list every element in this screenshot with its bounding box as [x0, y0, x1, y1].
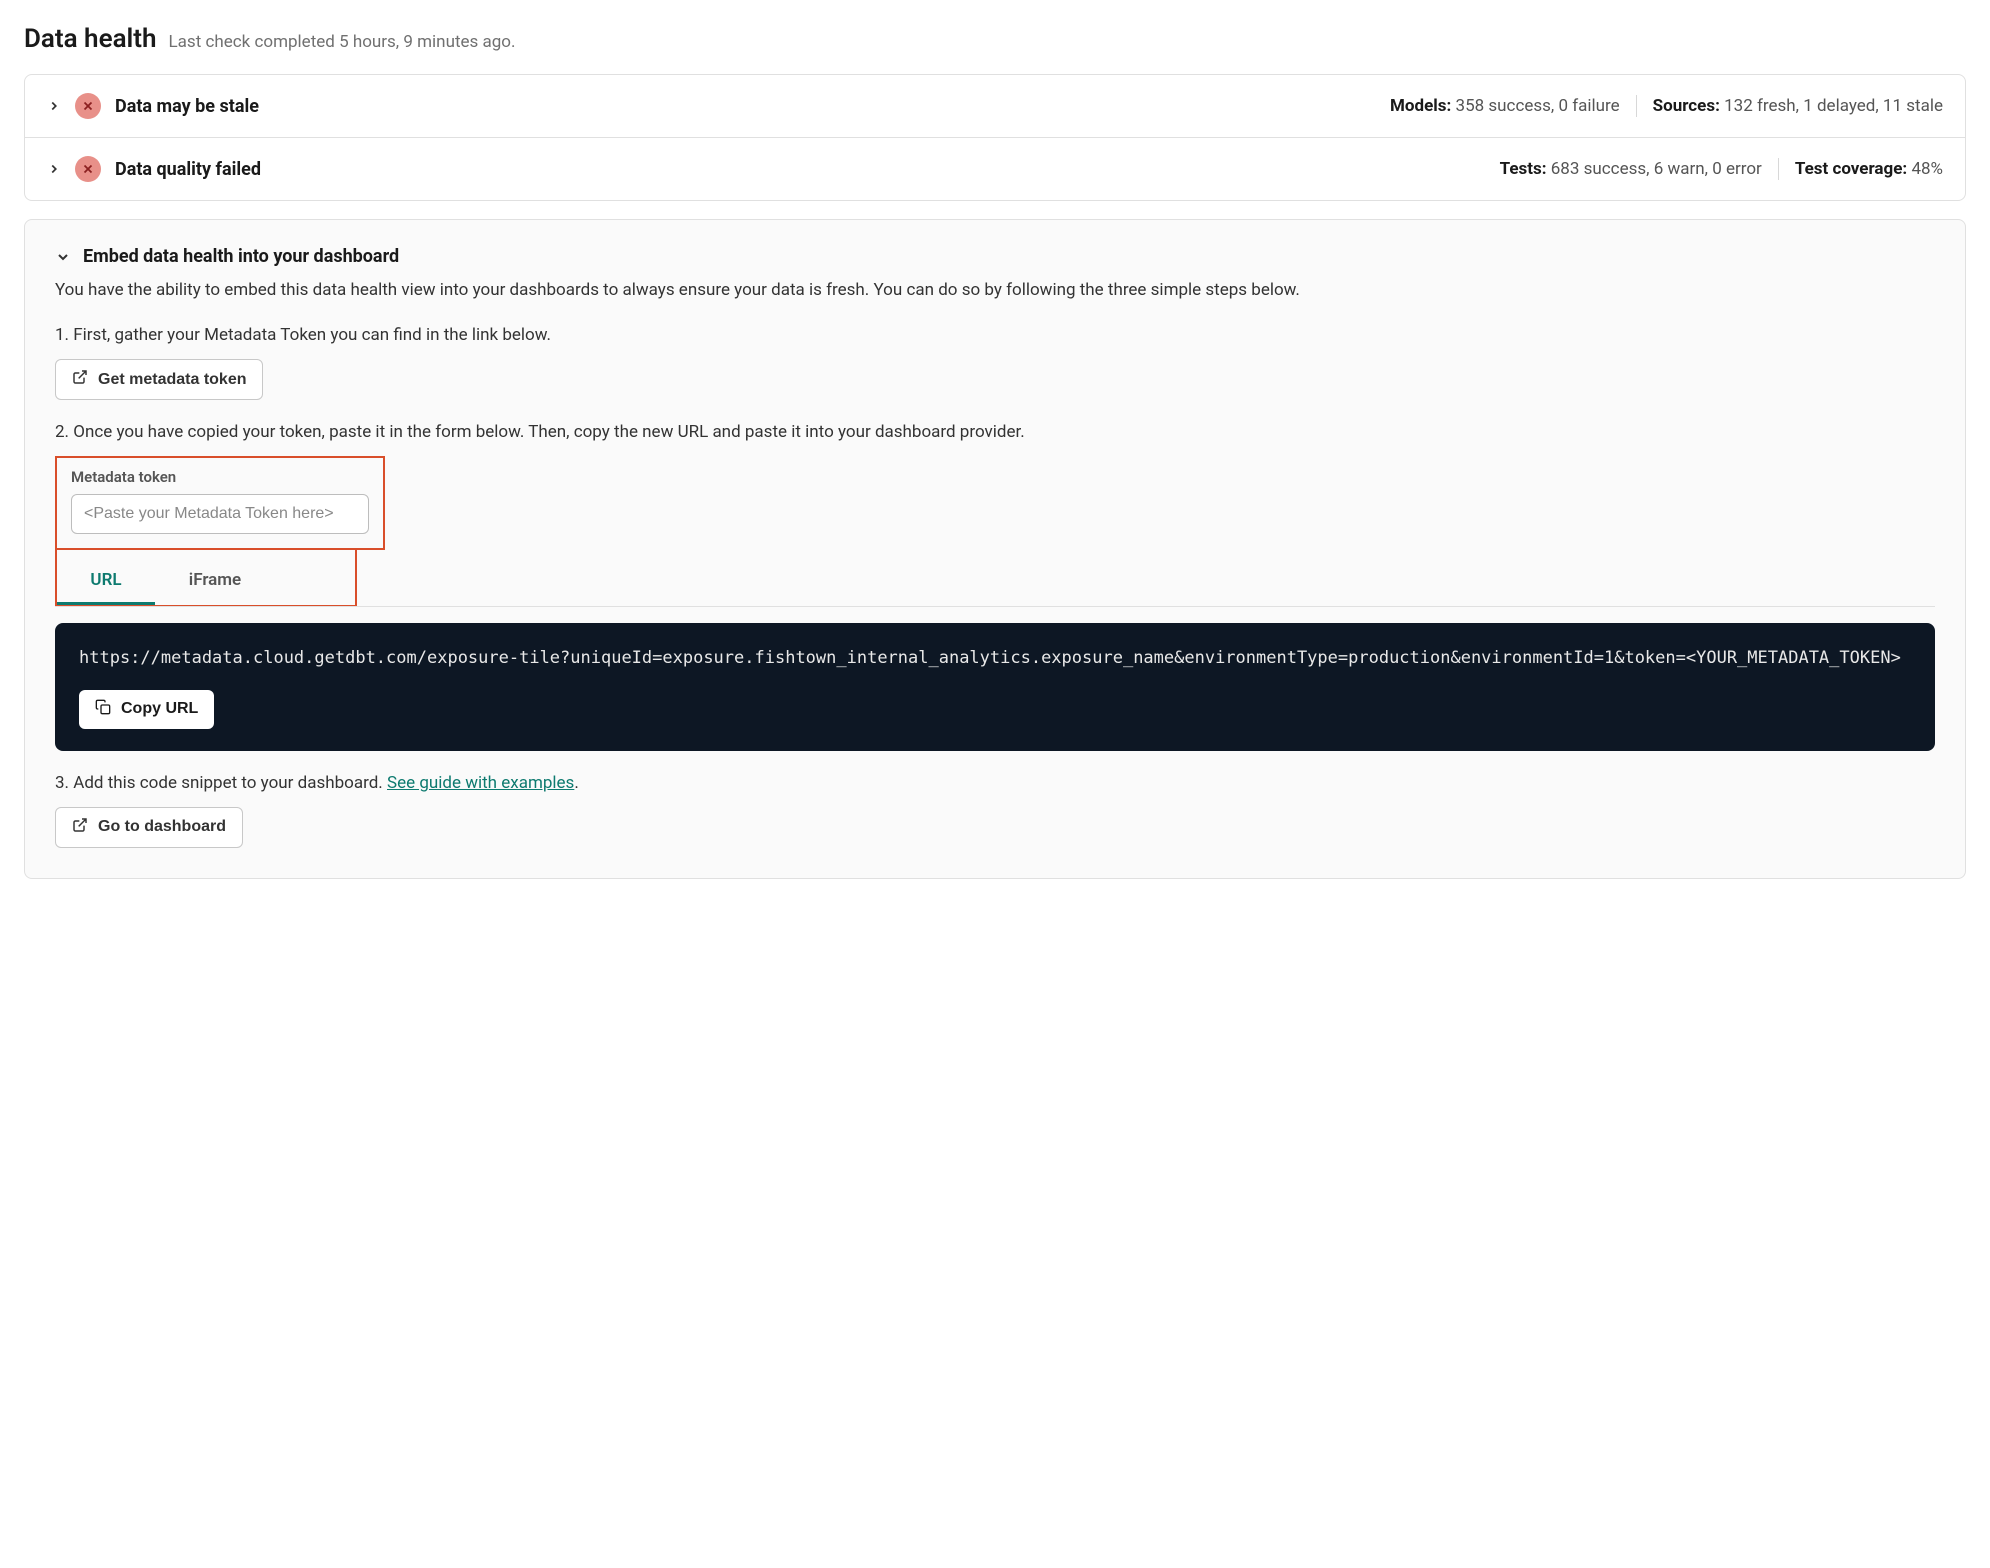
step-2-text: 2. Once you have copied your token, past… — [55, 422, 1935, 442]
embed-title: Embed data health into your dashboard — [83, 246, 399, 267]
last-check-time: Last check completed 5 hours, 9 minutes … — [169, 32, 516, 52]
code-block: https://metadata.cloud.getdbt.com/exposu… — [55, 623, 1935, 750]
embed-section: Embed data health into your dashboard Yo… — [24, 219, 1966, 879]
embed-description: You have the ability to embed this data … — [55, 277, 1935, 303]
token-field-label: Metadata token — [71, 468, 369, 486]
button-label: Get metadata token — [98, 371, 246, 389]
guide-link[interactable]: See guide with examples — [387, 773, 574, 793]
status-metrics: Models: 358 success, 0 failure Sources: … — [1390, 95, 1943, 117]
copy-icon — [95, 699, 111, 720]
tab-iframe[interactable]: iFrame — [155, 558, 275, 605]
step-3-text: 3. Add this code snippet to your dashboa… — [55, 773, 1935, 793]
tab-url[interactable]: URL — [57, 558, 155, 605]
tabs-highlight: URL iFrame — [55, 550, 357, 607]
token-input-highlight: Metadata token — [55, 456, 385, 550]
button-label: Copy URL — [121, 700, 198, 718]
status-row-quality[interactable]: Data quality failed Tests: 683 success, … — [25, 137, 1965, 200]
status-title: Data may be stale — [115, 96, 259, 117]
error-icon — [75, 156, 101, 182]
get-metadata-token-button[interactable]: Get metadata token — [55, 359, 263, 400]
status-title: Data quality failed — [115, 159, 261, 180]
external-link-icon — [72, 369, 88, 390]
external-link-icon — [72, 817, 88, 838]
status-row-stale[interactable]: Data may be stale Models: 358 success, 0… — [25, 75, 1965, 137]
error-icon — [75, 93, 101, 119]
button-label: Go to dashboard — [98, 818, 226, 836]
chevron-right-icon[interactable] — [47, 99, 61, 113]
status-metrics: Tests: 683 success, 6 warn, 0 error Test… — [1500, 158, 1943, 180]
chevron-right-icon[interactable] — [47, 162, 61, 176]
step-1-text: 1. First, gather your Metadata Token you… — [55, 325, 1935, 345]
go-to-dashboard-button[interactable]: Go to dashboard — [55, 807, 243, 848]
status-card: Data may be stale Models: 358 success, 0… — [24, 74, 1966, 201]
page-title: Data health — [24, 24, 157, 54]
metadata-token-input[interactable] — [71, 494, 369, 534]
copy-url-button[interactable]: Copy URL — [79, 690, 214, 729]
embed-url-code: https://metadata.cloud.getdbt.com/exposu… — [79, 645, 1911, 671]
chevron-down-icon[interactable] — [55, 249, 71, 265]
